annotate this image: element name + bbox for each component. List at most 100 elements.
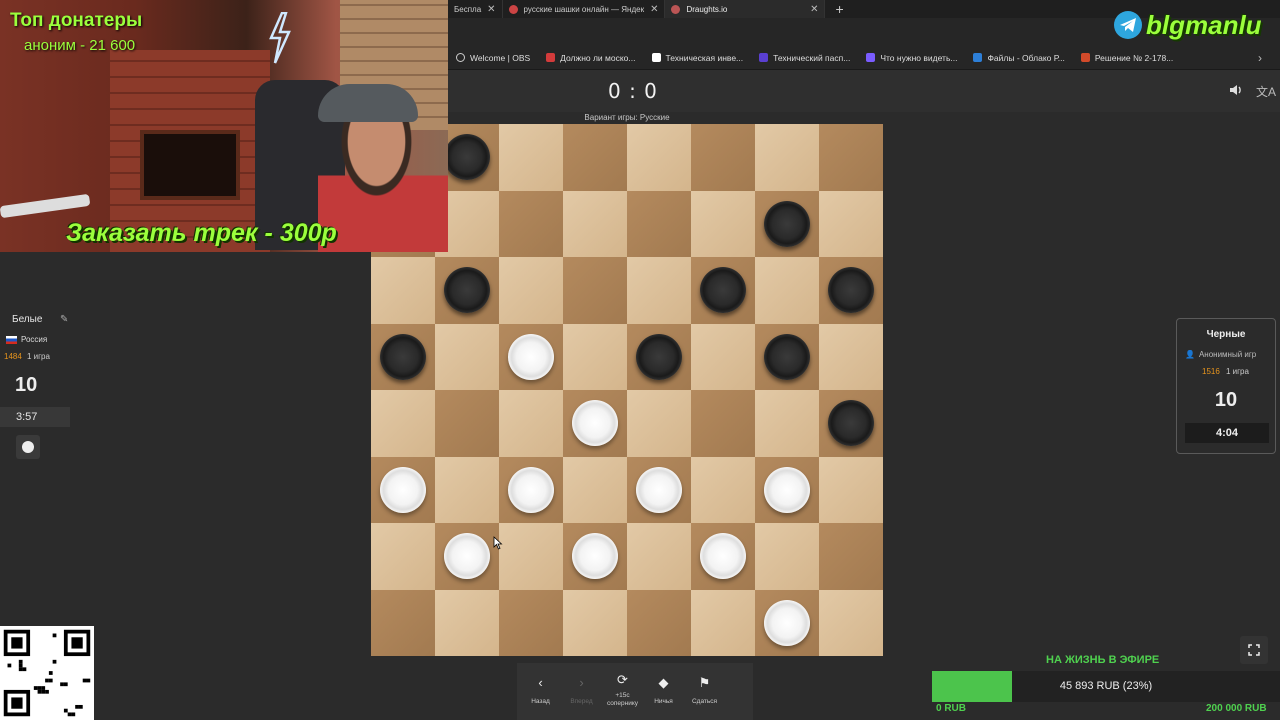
white-checker[interactable] — [380, 466, 426, 513]
new-tab-button[interactable]: + — [825, 1, 853, 17]
board-square[interactable] — [691, 124, 755, 191]
board-square[interactable] — [755, 523, 819, 590]
bookmark-tech-pass[interactable]: Технический пасп... — [753, 53, 856, 63]
forward-button[interactable]: › Вперед — [561, 663, 602, 720]
board-square[interactable] — [691, 589, 755, 656]
pencil-icon[interactable]: ✎ — [60, 314, 68, 325]
draw-button[interactable]: ◆ Ничья — [643, 663, 684, 720]
white-checker[interactable] — [764, 599, 810, 646]
back-button[interactable]: ‹ Назад — [520, 663, 561, 720]
board-square[interactable] — [371, 523, 435, 590]
sound-icon[interactable] — [1228, 82, 1244, 98]
board-square[interactable] — [755, 190, 819, 257]
board-square[interactable] — [563, 523, 627, 590]
board-square[interactable] — [371, 390, 435, 457]
board-square[interactable] — [755, 456, 819, 523]
add-time-button[interactable]: ⟳ +15с сопернику — [602, 663, 643, 720]
white-checker[interactable] — [572, 533, 618, 579]
board-square[interactable] — [563, 124, 627, 191]
black-checker[interactable] — [700, 267, 746, 313]
board-square[interactable] — [755, 323, 819, 390]
bookmark-tech-inv[interactable]: Техническая инве... — [646, 53, 750, 63]
close-icon[interactable]: ✕ — [487, 4, 495, 15]
board-square[interactable] — [435, 523, 499, 590]
board-square[interactable] — [435, 589, 499, 656]
board-square[interactable] — [563, 257, 627, 324]
fullscreen-button[interactable] — [1240, 636, 1268, 664]
black-checker[interactable] — [828, 267, 874, 313]
bookmark-obs[interactable]: Welcome | OBS — [450, 53, 536, 63]
board-square[interactable] — [627, 456, 691, 523]
board-square[interactable] — [371, 456, 435, 523]
white-checker[interactable] — [508, 466, 554, 513]
board-square[interactable] — [627, 124, 691, 191]
board-square[interactable] — [627, 323, 691, 390]
board-square[interactable] — [691, 257, 755, 324]
board-square[interactable] — [563, 456, 627, 523]
black-checker[interactable] — [444, 267, 490, 313]
white-checker[interactable] — [572, 400, 618, 446]
board-square[interactable] — [563, 589, 627, 656]
board-square[interactable] — [563, 390, 627, 457]
board-square[interactable] — [435, 390, 499, 457]
board-square[interactable] — [819, 323, 883, 390]
bookmark-decision[interactable]: Решение № 2-178... — [1075, 53, 1179, 63]
black-checker[interactable] — [636, 333, 682, 380]
bookmark-moscow[interactable]: Должно ли моско... — [540, 53, 641, 63]
white-checker[interactable] — [636, 466, 682, 513]
board-square[interactable] — [819, 456, 883, 523]
tab-free[interactable]: Беспла ✕ — [448, 0, 503, 18]
bookmark-what-see[interactable]: Что нужно видеть... — [860, 53, 963, 63]
board-square[interactable] — [819, 390, 883, 457]
white-checker[interactable] — [700, 533, 746, 579]
board-square[interactable] — [499, 257, 563, 324]
board-square[interactable] — [499, 589, 563, 656]
board-square[interactable] — [627, 257, 691, 324]
board-square[interactable] — [627, 589, 691, 656]
board-square[interactable] — [563, 323, 627, 390]
board-square[interactable] — [499, 390, 563, 457]
board-square[interactable] — [499, 523, 563, 590]
board-square[interactable] — [691, 456, 755, 523]
board-square[interactable] — [819, 523, 883, 590]
board-square[interactable] — [819, 190, 883, 257]
board-square[interactable] — [499, 190, 563, 257]
board-square[interactable] — [435, 257, 499, 324]
board-square[interactable] — [691, 323, 755, 390]
board-square[interactable] — [627, 390, 691, 457]
board-square[interactable] — [435, 456, 499, 523]
black-checker[interactable] — [380, 333, 426, 380]
translate-icon[interactable]: 文A — [1256, 83, 1276, 100]
black-checker[interactable] — [444, 134, 490, 180]
chevron-right-icon[interactable]: › — [1258, 51, 1262, 65]
board-square[interactable] — [819, 589, 883, 656]
board-square[interactable] — [371, 257, 435, 324]
black-checker[interactable] — [828, 400, 874, 446]
board-square[interactable] — [819, 257, 883, 324]
black-checker[interactable] — [764, 333, 810, 380]
board-square[interactable] — [627, 523, 691, 590]
board-square[interactable] — [755, 124, 819, 191]
close-icon[interactable]: ✕ — [810, 4, 818, 15]
board-square[interactable] — [499, 124, 563, 191]
board-square[interactable] — [371, 589, 435, 656]
black-checker[interactable] — [764, 200, 810, 247]
board-square[interactable] — [371, 323, 435, 390]
board-square[interactable] — [499, 456, 563, 523]
board-square[interactable] — [819, 124, 883, 191]
emoji-button[interactable] — [16, 435, 40, 459]
white-checker[interactable] — [764, 466, 810, 513]
board-square[interactable] — [691, 523, 755, 590]
board-square[interactable] — [435, 323, 499, 390]
board-square[interactable] — [755, 589, 819, 656]
bookmark-cloud[interactable]: Файлы - Облако Р... — [967, 53, 1070, 63]
board-square[interactable] — [755, 257, 819, 324]
board-square[interactable] — [755, 390, 819, 457]
board-square[interactable] — [499, 323, 563, 390]
white-checker[interactable] — [444, 533, 490, 579]
tab-yandex[interactable]: русские шашки онлайн — Яндек ✕ — [503, 0, 666, 18]
close-icon[interactable]: ✕ — [650, 4, 658, 15]
board-square[interactable] — [691, 190, 755, 257]
board-square[interactable] — [691, 390, 755, 457]
tab-draughts[interactable]: Draughts.io ✕ — [665, 0, 826, 18]
